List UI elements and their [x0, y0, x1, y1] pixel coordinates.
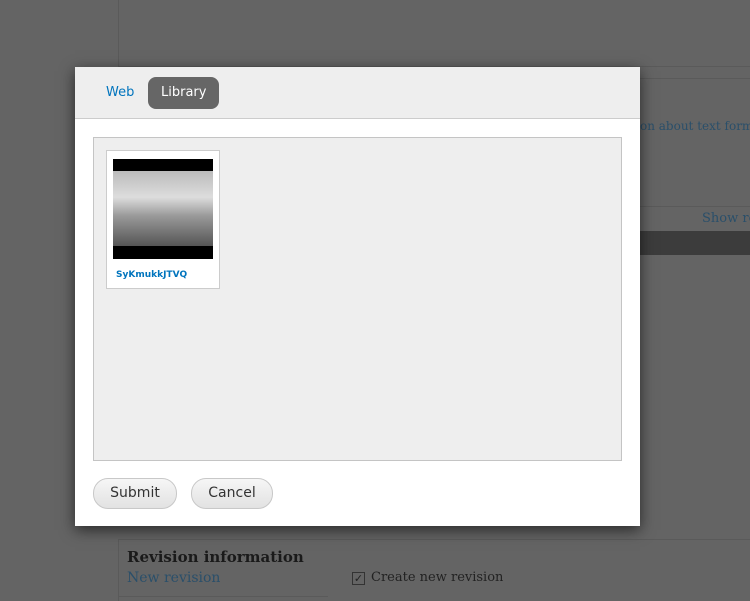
- cancel-button[interactable]: Cancel: [191, 478, 273, 509]
- tab-bar: Web Library: [75, 67, 640, 119]
- media-item[interactable]: SyKmukkJTVQ: [106, 150, 220, 289]
- create-revision-checkbox[interactable]: ✓: [352, 572, 365, 585]
- revision-title: Revision information: [127, 548, 304, 566]
- tab-library[interactable]: Library: [148, 77, 220, 109]
- new-revision-link[interactable]: New revision: [127, 570, 220, 586]
- show-row-weights-link[interactable]: Show ro: [702, 211, 750, 226]
- media-item-title[interactable]: SyKmukkJTVQ: [116, 270, 187, 280]
- media-thumbnail[interactable]: [113, 159, 213, 259]
- text-format-hint[interactable]: on about text formats: [640, 119, 750, 133]
- tab-web[interactable]: Web: [93, 77, 147, 109]
- create-revision-label: Create new revision: [371, 570, 504, 585]
- page-background: [118, 0, 750, 67]
- library-pane: SyKmukkJTVQ: [93, 137, 622, 461]
- media-browser-dialog: Web Library SyKmukkJTVQ Submit Cancel: [75, 67, 640, 526]
- vertical-tab-border: [118, 596, 328, 597]
- submit-button[interactable]: Submit: [93, 478, 177, 509]
